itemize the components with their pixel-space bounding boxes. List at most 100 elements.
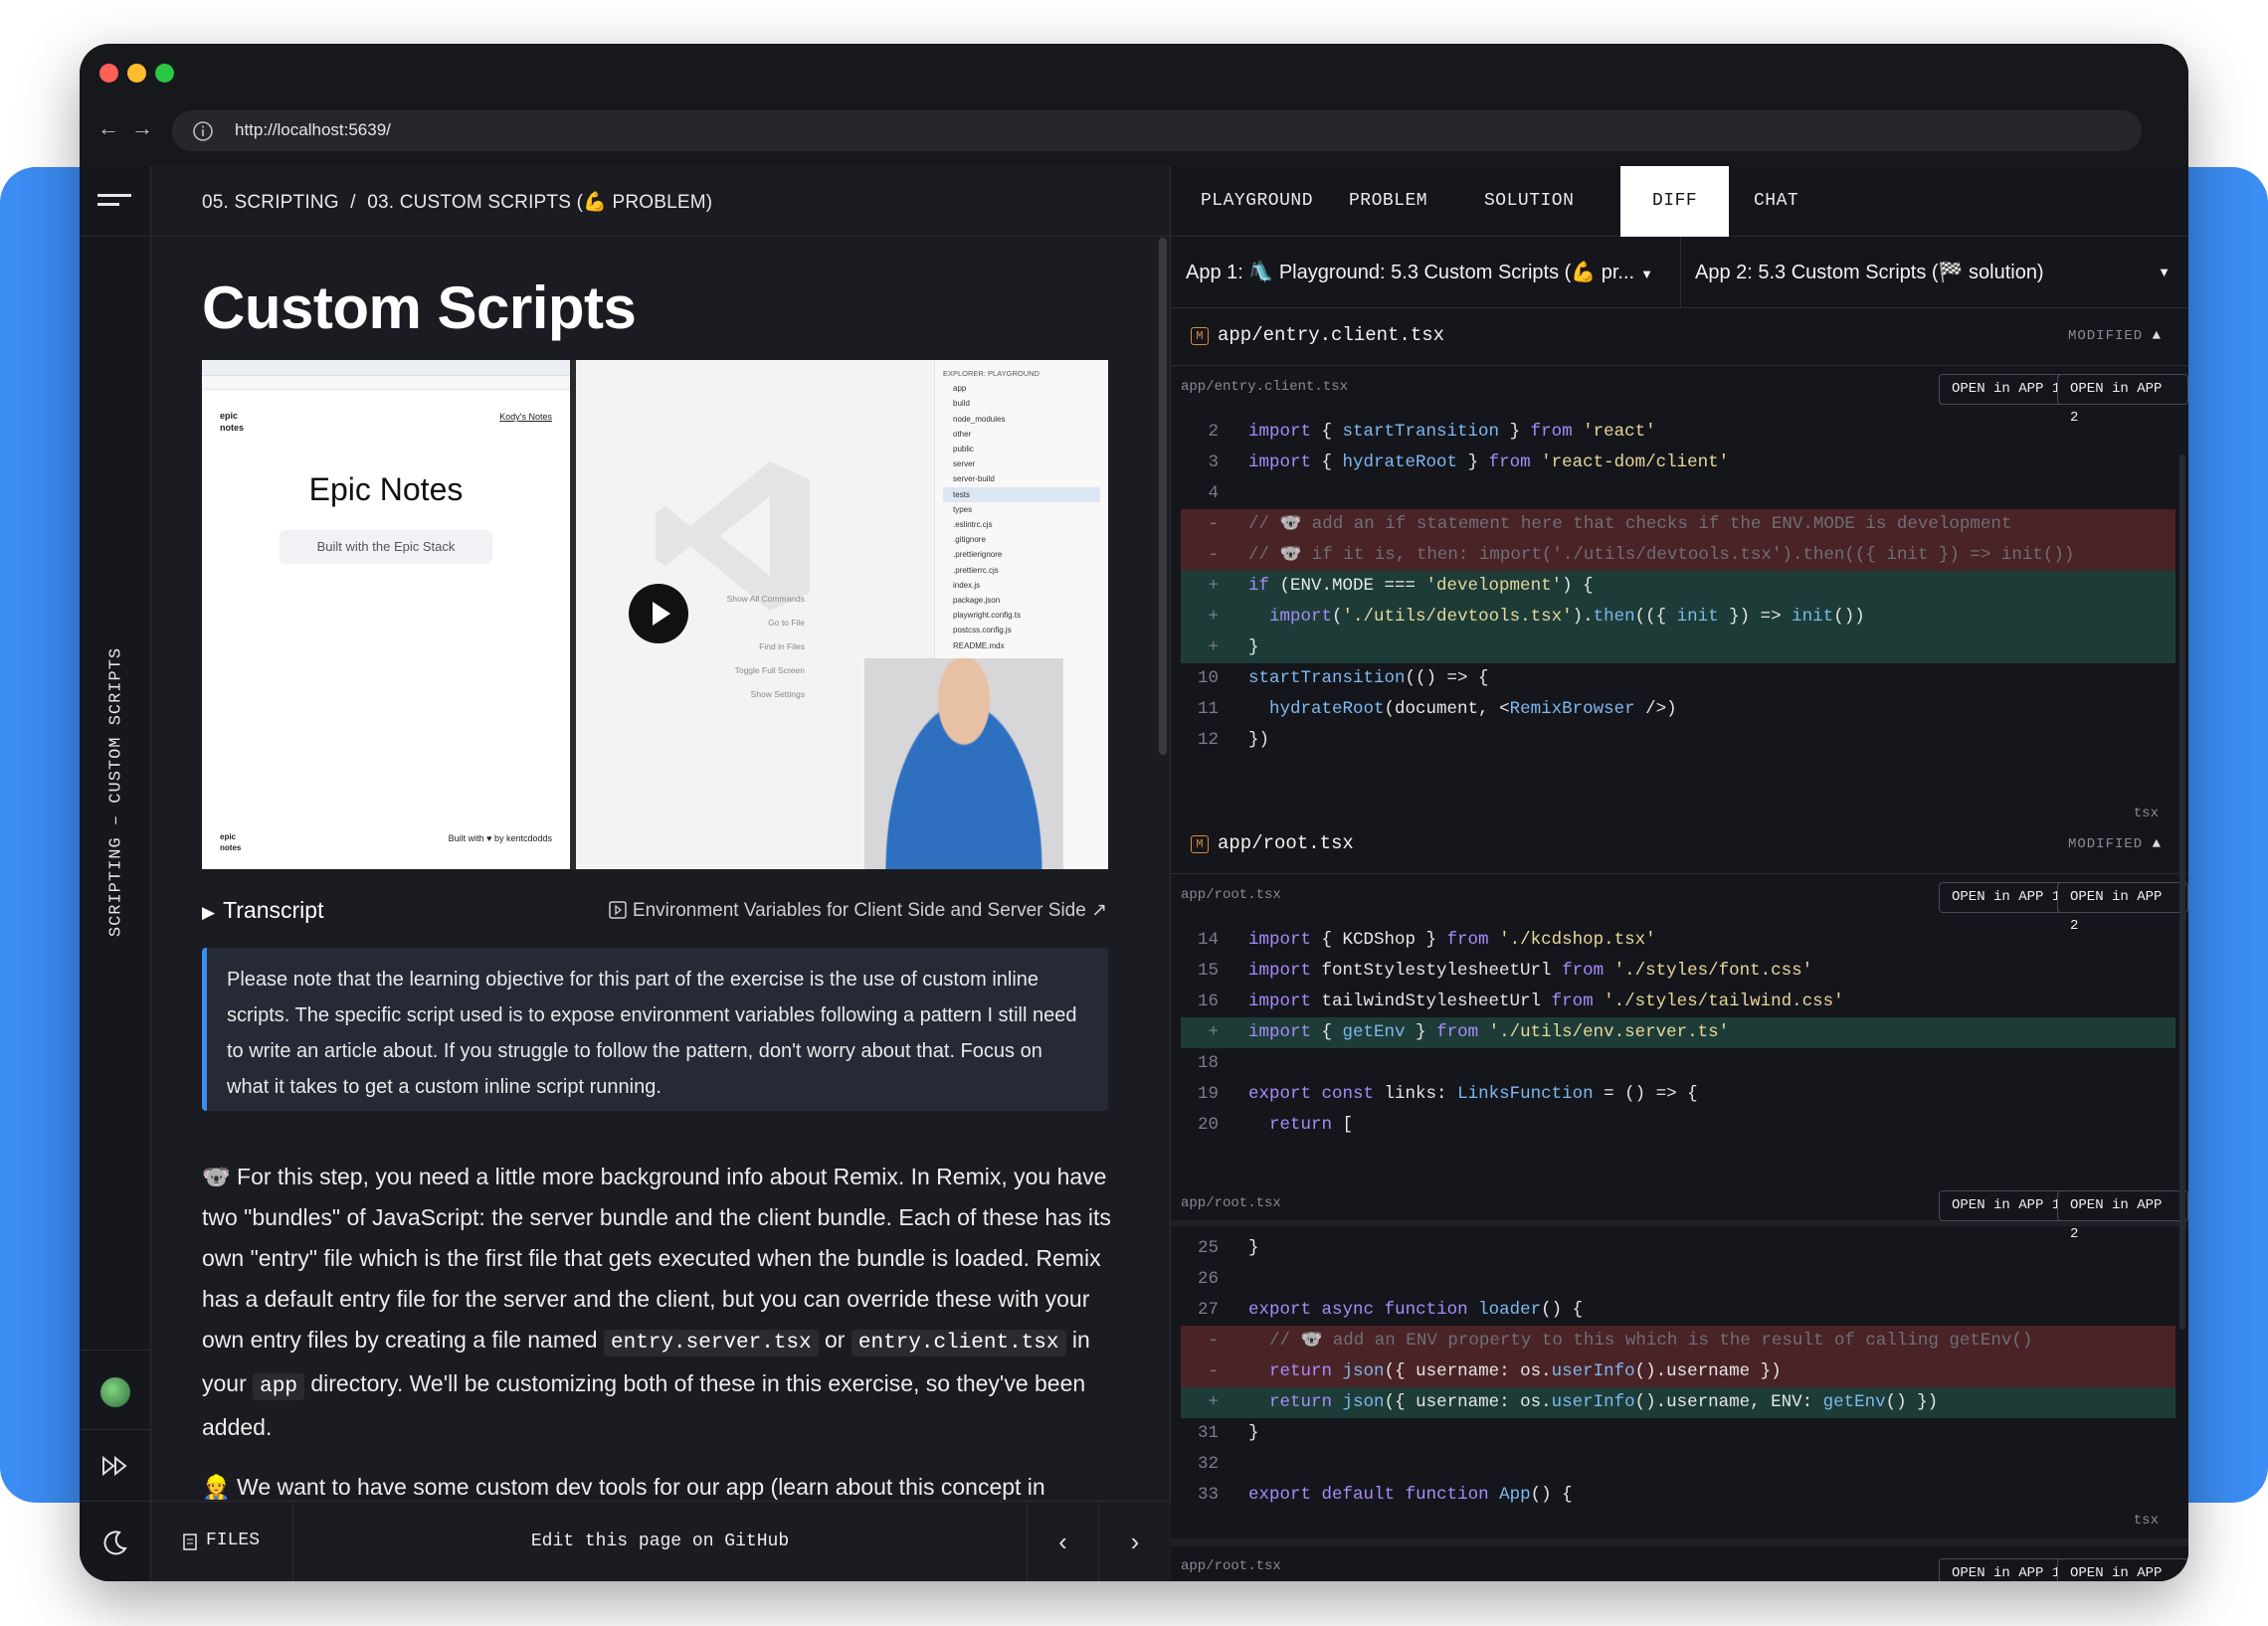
diff-line-removed: - // 🐨 if it is, then: import('./utils/de… bbox=[1181, 540, 2175, 571]
line-number: - bbox=[1208, 1331, 1219, 1351]
line-number: + bbox=[1208, 1392, 1219, 1412]
line-number: + bbox=[1208, 607, 1219, 627]
open-in-app1-button[interactable]: OPEN in APP 1 bbox=[1939, 374, 2074, 405]
line-number: 20 bbox=[1197, 1115, 1219, 1135]
left-rail: SCRIPTING – CUSTOM SCRIPTS bbox=[80, 166, 151, 1581]
diff-line: 33 export default function App() { bbox=[1181, 1480, 2175, 1511]
play-button[interactable] bbox=[629, 584, 688, 643]
caret-down-icon: ▼ bbox=[2158, 265, 2171, 279]
code-text: import('./utils/devtools.tsx').then(({ i… bbox=[1269, 607, 1865, 627]
open-in-app2-button[interactable]: OPEN in APP 2 bbox=[2057, 882, 2188, 934]
presenter-webcam bbox=[864, 658, 1063, 869]
video-brand: epic notes bbox=[220, 411, 245, 433]
diff-subpath: app/root.tsx bbox=[1181, 1195, 1281, 1211]
line-number: - bbox=[1208, 545, 1219, 565]
scrollbar[interactable] bbox=[1159, 238, 1167, 755]
diff-line: 25} bbox=[1181, 1233, 2175, 1264]
back-arrow-icon[interactable]: ← bbox=[97, 115, 119, 141]
line-number: 16 bbox=[1197, 992, 1219, 1011]
moon-icon[interactable] bbox=[101, 1529, 129, 1556]
line-number: 14 bbox=[1197, 930, 1219, 950]
open-in-app1-button[interactable]: OPEN in APP 1 bbox=[1939, 1190, 2074, 1221]
tab-solution[interactable]: SOLUTION bbox=[1484, 166, 1574, 237]
explorer-item: server bbox=[953, 459, 976, 469]
diff-scrollbar[interactable] bbox=[2179, 454, 2185, 1330]
diff-line-removed: - // 🐨 add an if statement here that chec… bbox=[1181, 509, 2175, 540]
caret-down-icon: ▼ bbox=[1640, 267, 1653, 281]
open-in-app1-button[interactable]: OPEN in APP 1 bbox=[1939, 882, 2074, 913]
tab-problem[interactable]: PROBLEM bbox=[1349, 166, 1427, 237]
explorer-item: package.json bbox=[953, 596, 1001, 606]
open-in-app2-button[interactable]: OPEN in APP 2 bbox=[2057, 1190, 2188, 1242]
tab-chat[interactable]: CHAT bbox=[1754, 166, 1798, 237]
edit-on-github-link[interactable]: Edit this page on GitHub bbox=[293, 1502, 1027, 1581]
next-step-button[interactable]: › bbox=[1098, 1502, 1171, 1581]
fast-forward-icon[interactable] bbox=[101, 1455, 129, 1477]
video-link: Kody's Notes bbox=[499, 412, 552, 422]
diff-line-added: + import { getEnv } from './utils/env.ser… bbox=[1181, 1017, 2175, 1048]
address-bar[interactable]: http://localhost:5639/ bbox=[172, 110, 2142, 151]
diff-line: 27 export async function loader() { bbox=[1181, 1295, 2175, 1326]
line-number: 32 bbox=[1197, 1454, 1219, 1474]
tab-diff[interactable]: DIFF bbox=[1620, 166, 1730, 237]
app1-select[interactable]: App 1: 🛝 Playground: 5.3 Custom Scripts … bbox=[1186, 237, 1658, 308]
line-number: 11 bbox=[1197, 699, 1219, 719]
user-avatar[interactable] bbox=[100, 1377, 130, 1407]
breadcrumb-exercise[interactable]: 03. CUSTOM SCRIPTS (💪 PROBLEM) bbox=[367, 192, 712, 213]
diff-line: 15 import fontStylestylesheetUrl from './… bbox=[1181, 956, 2175, 987]
open-in-app2-button[interactable]: OPEN in APP 2 bbox=[2057, 1558, 2188, 1581]
explorer-item: playwright.config.ts bbox=[953, 611, 1022, 621]
diff-line: 2 import { startTransition } from 'react' bbox=[1181, 417, 2175, 448]
close-window-button[interactable] bbox=[99, 64, 118, 83]
explorer-item: server-build bbox=[953, 474, 995, 484]
explorer-item: README.mdx bbox=[953, 640, 1005, 650]
diff-line: 16 import tailwindStylesheetUrl from './s… bbox=[1181, 987, 2175, 1017]
line-number: + bbox=[1208, 576, 1219, 596]
maximize-window-button[interactable] bbox=[155, 64, 174, 83]
breadcrumb-section[interactable]: 05. SCRIPTING bbox=[202, 192, 339, 213]
explorer-item: build bbox=[953, 399, 970, 409]
code-text: // 🐨 if it is, then: import('./utils/dev… bbox=[1248, 545, 2075, 565]
diff-file-header[interactable]: M app/root.tsx MODIFIED ▲ bbox=[1171, 816, 2188, 874]
line-number: 31 bbox=[1197, 1423, 1219, 1443]
explorer-item: types bbox=[953, 504, 973, 514]
video-badge: Built with the Epic Stack bbox=[280, 530, 492, 564]
browser-window: ← → http://localhost:5639/ SCRIPTING – C… bbox=[80, 44, 2188, 1581]
diff-line-removed: - // 🐨 add an ENV property to this which… bbox=[1181, 1326, 2175, 1356]
instructions-footer: FILES Edit this page on GitHub ‹ › bbox=[151, 1501, 1171, 1581]
code-text: return json({ username: os.userInfo().us… bbox=[1269, 1392, 1939, 1412]
chevron-right-icon: › bbox=[1130, 1527, 1140, 1556]
app2-select[interactable]: App 2: 5.3 Custom Scripts (🏁 solution) ▼ bbox=[1695, 237, 2182, 308]
diff-file-header[interactable]: M app/entry.client.tsx MODIFIED ▲ bbox=[1171, 308, 2188, 366]
diff-line: 11 hydrateRoot(document, <RemixBrowser /… bbox=[1181, 694, 2175, 725]
code-text: import { getEnv } from './utils/env.serv… bbox=[1248, 1022, 1730, 1042]
env-variables-link[interactable]: Environment Variables for Client Side an… bbox=[609, 899, 1107, 922]
diff-line: 18 bbox=[1181, 1048, 2175, 1079]
code-text: if (ENV.MODE === 'development') { bbox=[1248, 576, 1594, 596]
line-number: 3 bbox=[1208, 452, 1219, 472]
diff-line: 12}) bbox=[1181, 725, 2175, 756]
minimize-window-button[interactable] bbox=[127, 64, 146, 83]
code-text: import { startTransition } from 'react' bbox=[1248, 422, 1656, 442]
diff-subpath: app/entry.client.tsx bbox=[1181, 379, 1349, 395]
forward-arrow-icon[interactable]: → bbox=[131, 115, 153, 141]
code-text: hydrateRoot(document, <RemixBrowser />) bbox=[1269, 699, 1677, 719]
line-number: 25 bbox=[1197, 1238, 1219, 1258]
file-icon bbox=[183, 1534, 197, 1550]
line-number: 27 bbox=[1197, 1300, 1219, 1320]
open-in-app1-button[interactable]: OPEN in APP 1 bbox=[1939, 1558, 2074, 1581]
tab-playground[interactable]: PLAYGROUND bbox=[1201, 166, 1313, 237]
line-number: + bbox=[1208, 637, 1219, 657]
video-player[interactable]: epic notes Kody's Notes Epic Notes Built… bbox=[202, 360, 1108, 869]
code-text: export async function loader() { bbox=[1248, 1300, 1584, 1320]
workshop-app: SCRIPTING – CUSTOM SCRIPTS 05. SCRIPTING… bbox=[80, 166, 2188, 1581]
explorer-item: public bbox=[953, 445, 974, 454]
code-text: } bbox=[1248, 1238, 1259, 1258]
menu-icon[interactable] bbox=[97, 194, 131, 208]
open-in-app2-button[interactable]: OPEN in APP 2 bbox=[2057, 374, 2188, 426]
language-label: tsx bbox=[2133, 1513, 2159, 1529]
transcript-toggle[interactable]: ▶ Transcript bbox=[202, 897, 323, 924]
files-button[interactable]: FILES bbox=[151, 1502, 293, 1581]
previous-step-button[interactable]: ‹ bbox=[1027, 1502, 1098, 1581]
line-number: - bbox=[1208, 1361, 1219, 1381]
